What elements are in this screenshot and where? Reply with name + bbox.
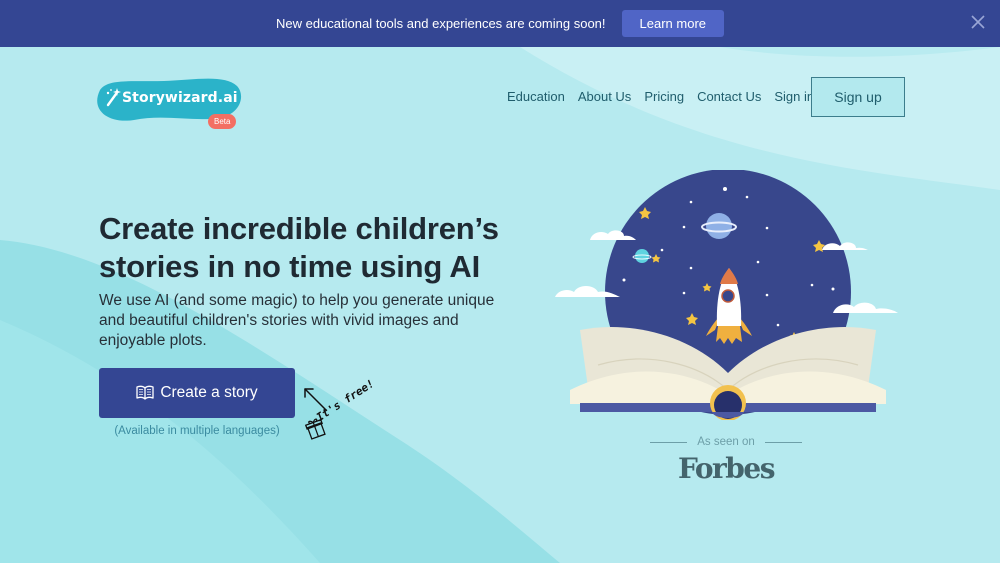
as-seen-on-label: As seen on <box>697 436 755 448</box>
nav-education[interactable]: Education <box>507 89 565 104</box>
magic-wand-icon <box>106 88 121 107</box>
space-book-illustration <box>555 170 898 420</box>
nav-pricing[interactable]: Pricing <box>644 89 684 104</box>
main-nav: Education About Us Pricing Contact Us Si… <box>507 89 814 104</box>
book-icon <box>136 385 154 400</box>
hero-subtitle: We use AI (and some magic) to help you g… <box>99 292 495 349</box>
free-annotation: It's free! <box>300 377 380 446</box>
forbes-logo: Forbes <box>678 452 775 485</box>
nav-sign-in[interactable]: Sign in <box>774 89 814 104</box>
divider-line <box>650 441 688 443</box>
nav-contact-us[interactable]: Contact Us <box>697 89 761 104</box>
create-story-button[interactable]: Create a story <box>99 368 295 418</box>
as-seen-on: As seen on <box>650 436 803 448</box>
close-icon[interactable] <box>970 14 986 30</box>
announcement-text: New educational tools and experiences ar… <box>275 16 606 31</box>
announcement-bar: New educational tools and experiences ar… <box>0 0 1000 47</box>
nav-about-us[interactable]: About Us <box>578 89 631 104</box>
languages-note: (Available in multiple languages) <box>114 425 280 437</box>
beta-badge: Beta <box>208 114 237 129</box>
logo[interactable]: Storywizard.ai Beta <box>94 76 244 132</box>
learn-more-button[interactable]: Learn more <box>621 10 725 37</box>
logo-text: Storywizard.ai <box>122 90 238 106</box>
divider-line <box>764 441 803 443</box>
hero-title: Create incredible children’s stories in … <box>99 211 499 284</box>
create-story-label: Create a story <box>160 384 258 401</box>
sign-up-button[interactable]: Sign up <box>811 77 905 117</box>
